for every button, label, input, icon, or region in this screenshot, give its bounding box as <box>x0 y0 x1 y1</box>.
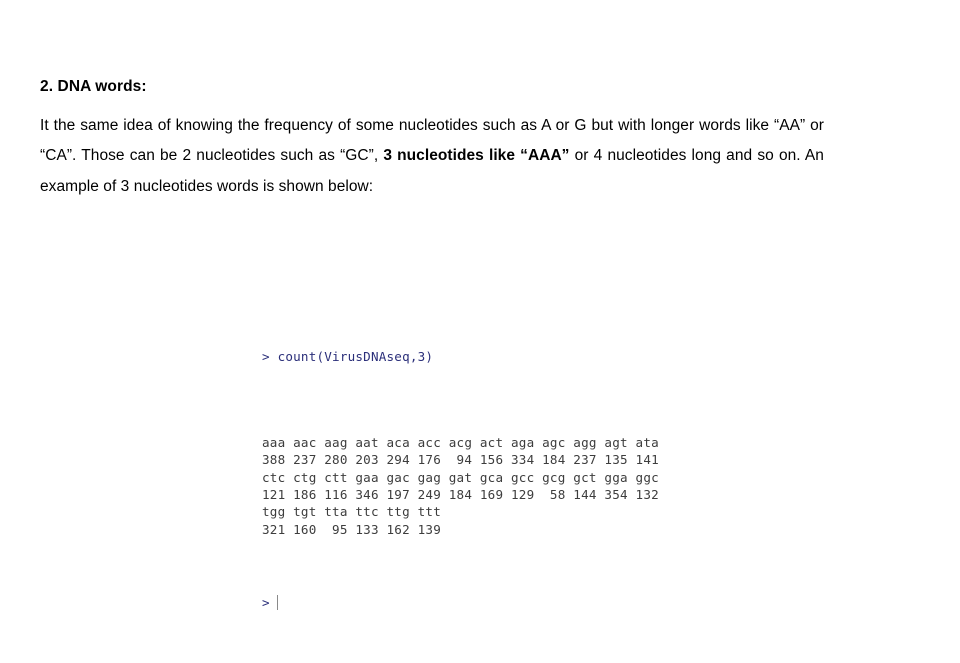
console-output: > count(VirusDNAseq,3) aaa aac aag aat a… <box>262 296 662 663</box>
word-label-row: ctc ctg ctt gaa gac gag gat gca gcc gcg … <box>262 469 659 485</box>
page-title: 2. DNA words: <box>40 78 147 95</box>
paragraph-emphasis: 3 nucleotides like “AAA” <box>383 147 570 165</box>
word-count-row: 121 186 116 346 197 249 184 169 129 58 1… <box>262 486 659 502</box>
console-command-line: > count(VirusDNAseq,3) <box>262 348 434 364</box>
console-prompt-line[interactable]: > <box>262 594 662 611</box>
word-label-row: tgg tgt tta ttc ttg ttt <box>262 504 441 520</box>
console-screenshot: > count(VirusDNAseq,3) aaa aac aag aat a… <box>262 296 662 663</box>
slide-canvas: 2. DNA words: It the same idea of knowin… <box>0 0 960 663</box>
prompt-symbol: > <box>262 594 270 610</box>
text-caret <box>276 594 278 610</box>
word-label-row: aaa aac aag aat aca acc acg act aga agc … <box>262 435 659 451</box>
word-count-row: 321 160 95 133 162 139 <box>262 521 441 537</box>
body-paragraph: It the same idea of knowing the frequenc… <box>40 111 824 203</box>
slide-content: 2. DNA words: It the same idea of knowin… <box>40 78 824 202</box>
word-count-row: 388 237 280 203 294 176 94 156 334 184 2… <box>262 452 659 468</box>
console-count-table: aaa aac aag aat aca acc acg act aga agc … <box>262 434 662 538</box>
